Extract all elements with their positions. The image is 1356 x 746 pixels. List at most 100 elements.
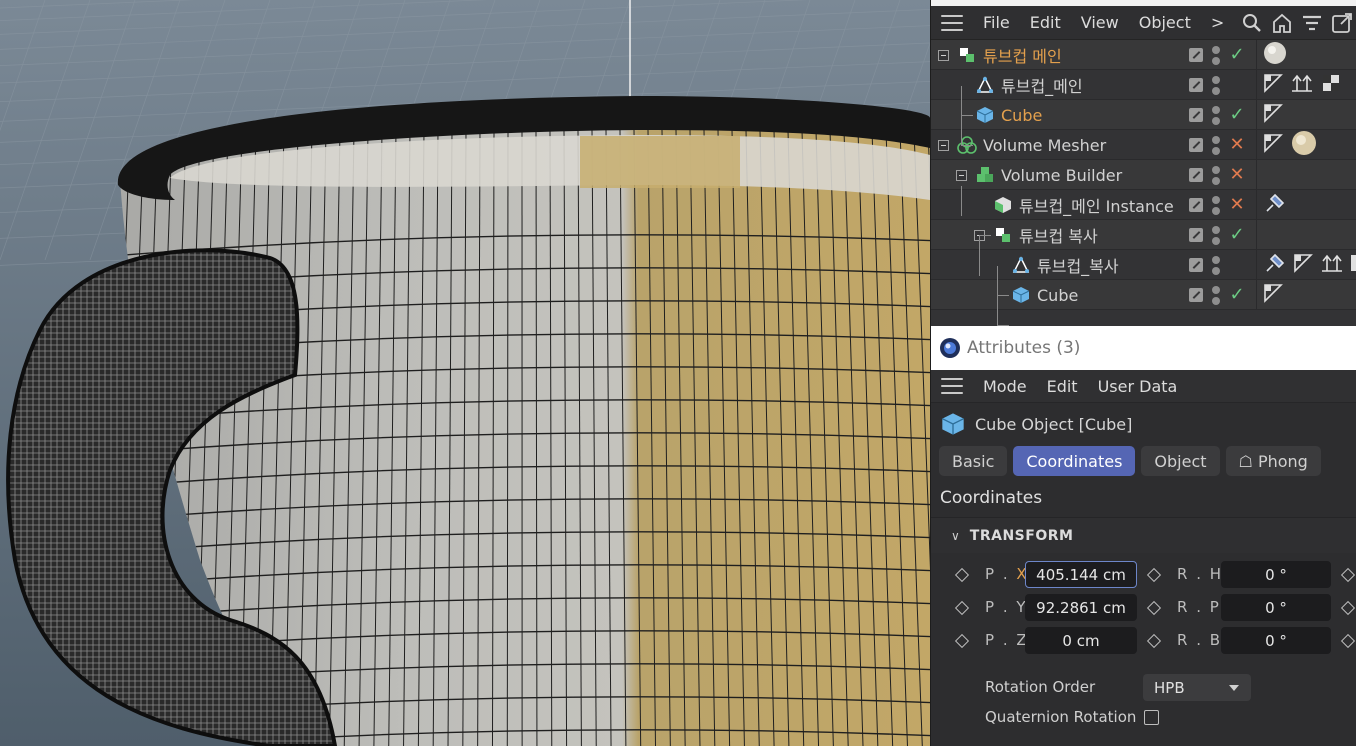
- menu-edit[interactable]: Edit: [1037, 377, 1088, 396]
- menu-edit[interactable]: Edit: [1020, 13, 1071, 32]
- tab-coordinates[interactable]: Coordinates: [1013, 446, 1136, 476]
- 3d-viewport[interactable]: [0, 0, 930, 746]
- disabled-cross-icon[interactable]: ✕: [1227, 195, 1247, 215]
- tree-row[interactable]: Cube ✓: [931, 280, 1356, 310]
- py-field[interactable]: 92.2861 cm: [1025, 594, 1137, 621]
- hamburger-menu-icon[interactable]: [941, 14, 963, 31]
- phong-tag-icon[interactable]: [1263, 283, 1283, 307]
- tree-row[interactable]: 튜브컵_메인 Instance ✕: [931, 190, 1356, 220]
- px-field[interactable]: 405.144 cm: [1025, 561, 1137, 588]
- menu-view[interactable]: View: [1071, 13, 1129, 32]
- rh-field[interactable]: 0 °: [1221, 561, 1331, 588]
- pin-tag-icon[interactable]: [1263, 193, 1285, 217]
- rotation-order-dropdown[interactable]: HPB: [1143, 674, 1251, 701]
- keyframe-diamond-icon[interactable]: [1340, 600, 1356, 616]
- hamburger-menu-icon[interactable]: [941, 378, 963, 394]
- layer-icon[interactable]: [1189, 288, 1203, 302]
- quaternion-rotation-checkbox[interactable]: [1144, 710, 1159, 725]
- material-sphere-icon[interactable]: [1291, 130, 1317, 160]
- pin-tag-icon[interactable]: [1263, 253, 1285, 277]
- checker-tag-icon[interactable]: [1351, 253, 1356, 277]
- chevron-down-icon[interactable]: ∨: [951, 529, 960, 543]
- align-tag-icon[interactable]: [1321, 253, 1343, 277]
- filter-icon[interactable]: [1300, 11, 1324, 35]
- tree-row[interactable]: 튜브컵 복사 ✓: [931, 220, 1356, 250]
- enabled-check-icon[interactable]: ✓: [1227, 285, 1247, 305]
- layer-icon[interactable]: [1189, 138, 1203, 152]
- object-name[interactable]: Volume Builder: [1001, 166, 1122, 185]
- tree-row[interactable]: Volume Mesher ✕: [931, 130, 1356, 160]
- object-name[interactable]: Cube: [1037, 286, 1078, 305]
- uv-tag-icon[interactable]: [1321, 73, 1341, 97]
- tree-row[interactable]: Cube ✓: [931, 100, 1356, 130]
- tree-row[interactable]: 튜브컵 메인 ✓: [931, 40, 1356, 70]
- keyframe-diamond-icon[interactable]: [1340, 633, 1356, 649]
- tree-row[interactable]: 튜브컵_메인: [931, 70, 1356, 100]
- rb-field[interactable]: 0 °: [1221, 627, 1331, 654]
- visibility-dots[interactable]: [1211, 195, 1221, 215]
- menu-user-data[interactable]: User Data: [1088, 377, 1188, 396]
- enabled-check-icon[interactable]: ✓: [1227, 105, 1247, 125]
- collapse-toggle[interactable]: [938, 50, 949, 61]
- rp-field[interactable]: 0 °: [1221, 594, 1331, 621]
- tree-row[interactable]: 튜브컵_복사: [931, 250, 1356, 280]
- collapse-toggle[interactable]: [956, 170, 967, 181]
- transform-group-header[interactable]: ∨ TRANSFORM: [931, 517, 1356, 553]
- menu-object[interactable]: Object: [1129, 13, 1201, 32]
- object-name[interactable]: 튜브컵_메인: [1001, 73, 1083, 97]
- visibility-dots[interactable]: [1211, 255, 1221, 275]
- object-name[interactable]: 튜브컵_메인 Instance: [1019, 193, 1174, 217]
- tab-object[interactable]: Object: [1141, 446, 1220, 476]
- phong-tag-icon[interactable]: [1263, 73, 1283, 97]
- phong-tag-icon[interactable]: [1263, 103, 1283, 127]
- layer-icon[interactable]: [1189, 108, 1203, 122]
- tree-row[interactable]: Volume Builder ✕: [931, 160, 1356, 190]
- disabled-cross-icon[interactable]: ✕: [1227, 135, 1247, 155]
- disabled-cross-icon[interactable]: ✕: [1227, 165, 1247, 185]
- visibility-dots[interactable]: [1211, 225, 1221, 245]
- search-icon[interactable]: [1240, 11, 1264, 35]
- visibility-dots[interactable]: [1211, 165, 1221, 185]
- home-icon[interactable]: [1270, 11, 1294, 35]
- phong-tag-icon[interactable]: [1263, 133, 1283, 157]
- layer-icon[interactable]: [1189, 48, 1203, 62]
- phong-tag-icon[interactable]: [1293, 253, 1313, 277]
- material-sphere-icon[interactable]: [1263, 41, 1287, 69]
- layer-icon[interactable]: [1189, 198, 1203, 212]
- keyframe-diamond-icon[interactable]: [954, 600, 970, 616]
- keyframe-diamond-icon[interactable]: [1146, 600, 1162, 616]
- pz-field[interactable]: 0 cm: [1025, 627, 1137, 654]
- external-link-icon[interactable]: [1330, 11, 1354, 35]
- visibility-dots[interactable]: [1211, 135, 1221, 155]
- object-name[interactable]: Volume Mesher: [983, 136, 1106, 155]
- param-label: P . X: [985, 565, 1029, 583]
- layer-icon[interactable]: [1189, 168, 1203, 182]
- keyframe-diamond-icon[interactable]: [1340, 567, 1356, 583]
- tab-basic[interactable]: Basic: [939, 446, 1008, 476]
- visibility-dots[interactable]: [1211, 45, 1221, 65]
- layer-icon[interactable]: [1189, 78, 1203, 92]
- object-name[interactable]: 튜브컵 메인: [983, 43, 1062, 67]
- align-tag-icon[interactable]: [1291, 73, 1313, 97]
- visibility-dots[interactable]: [1211, 105, 1221, 125]
- menu-file[interactable]: File: [973, 13, 1020, 32]
- visibility-dots[interactable]: [1211, 75, 1221, 95]
- tree-connector: [997, 295, 1009, 296]
- layer-icon[interactable]: [1189, 258, 1203, 272]
- object-name[interactable]: 튜브컵_복사: [1037, 253, 1119, 277]
- enabled-check-icon[interactable]: ✓: [1227, 45, 1247, 65]
- keyframe-diamond-icon[interactable]: [1146, 567, 1162, 583]
- tab-phong[interactable]: ☖ Phong: [1225, 446, 1321, 476]
- keyframe-diamond-icon[interactable]: [1146, 633, 1162, 649]
- layer-icon[interactable]: [1189, 228, 1203, 242]
- visibility-dots[interactable]: [1211, 285, 1221, 305]
- viewport-canvas[interactable]: [0, 0, 930, 746]
- enabled-check-icon[interactable]: ✓: [1227, 225, 1247, 245]
- collapse-toggle[interactable]: [938, 140, 949, 151]
- object-name[interactable]: 튜브컵 복사: [1019, 223, 1098, 247]
- object-name[interactable]: Cube: [1001, 106, 1042, 125]
- keyframe-diamond-icon[interactable]: [954, 633, 970, 649]
- keyframe-diamond-icon[interactable]: [954, 567, 970, 583]
- menu-more[interactable]: >: [1201, 13, 1234, 32]
- menu-mode[interactable]: Mode: [973, 377, 1037, 396]
